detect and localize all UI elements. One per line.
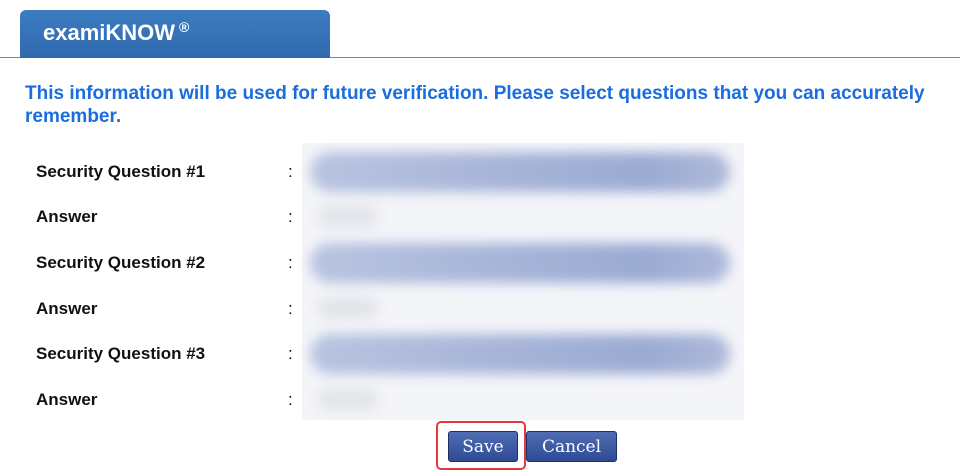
security-question-3-row: Security Question #3 : xyxy=(36,344,316,366)
answer-1-row: Answer : xyxy=(36,207,316,229)
instruction-text: This information will be used for future… xyxy=(25,83,925,127)
security-question-2-row: Security Question #2 : xyxy=(36,253,316,275)
answer-1-input[interactable] xyxy=(318,205,378,227)
answer-2-input[interactable] xyxy=(318,297,378,319)
cancel-button[interactable]: Cancel xyxy=(526,431,617,462)
brand-tab: examiKNOW ® xyxy=(20,10,330,58)
security-question-3-label: Security Question #3 xyxy=(36,344,206,363)
registered-mark: ® xyxy=(179,18,190,35)
answer-1-label: Answer xyxy=(36,207,98,226)
save-button[interactable]: Save xyxy=(448,431,518,462)
security-question-1-row: Security Question #1 : xyxy=(36,162,316,184)
colon: : xyxy=(288,253,293,272)
security-question-2-select[interactable] xyxy=(310,243,730,283)
security-question-3-select[interactable] xyxy=(310,334,730,374)
colon: : xyxy=(288,344,293,363)
brand-name: examiKNOW xyxy=(43,20,176,45)
security-question-2-label: Security Question #2 xyxy=(36,253,206,272)
answer-2-row: Answer : xyxy=(36,299,316,321)
colon: : xyxy=(288,390,293,409)
answer-3-input[interactable] xyxy=(318,388,378,410)
security-question-1-select[interactable] xyxy=(310,152,730,192)
answer-3-label: Answer xyxy=(36,390,98,409)
answer-3-row: Answer : xyxy=(36,390,316,412)
colon: : xyxy=(288,162,293,181)
answer-2-label: Answer xyxy=(36,299,98,318)
colon: : xyxy=(288,299,293,318)
colon: : xyxy=(288,207,293,226)
security-question-1-label: Security Question #1 xyxy=(36,162,206,181)
